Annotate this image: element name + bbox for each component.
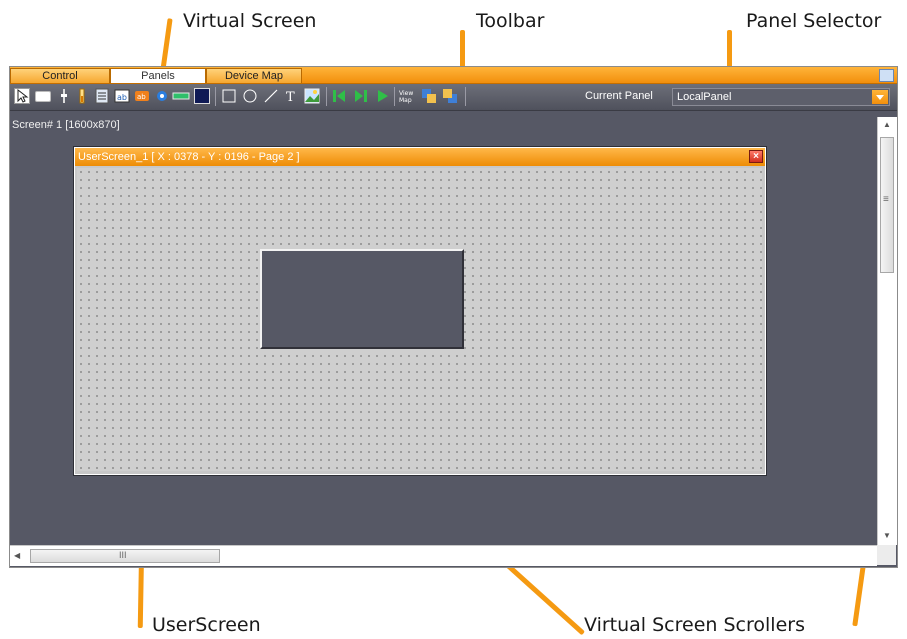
toolbar: ab ab T View Map Current Panel LocalPane… xyxy=(10,84,897,111)
send-back-icon[interactable] xyxy=(442,88,458,104)
pointer-icon[interactable] xyxy=(14,88,30,104)
text-icon[interactable]: T xyxy=(284,88,300,105)
close-icon[interactable]: × xyxy=(749,150,763,163)
knob-icon[interactable] xyxy=(154,88,170,104)
toolbar-separator xyxy=(394,87,395,106)
scroll-grip: III xyxy=(119,550,127,560)
panel-selector-value: LocalPanel xyxy=(677,91,732,103)
callout-virtual-screen-scrollers: Virtual Screen Scrollers xyxy=(584,614,805,636)
rectangle-icon[interactable] xyxy=(221,88,237,104)
play-icon[interactable] xyxy=(374,88,390,104)
horizontal-scrollbar[interactable]: ◀ III xyxy=(10,545,877,566)
first-page-icon[interactable] xyxy=(331,88,347,104)
line-icon[interactable] xyxy=(263,88,279,104)
text-button-icon[interactable]: ab xyxy=(134,88,150,104)
app-window: Control Panels Device Map ab ab T View M… xyxy=(9,66,898,568)
level-meter-icon[interactable] xyxy=(74,88,90,104)
led-icon[interactable] xyxy=(172,88,190,104)
userscreen-title-bar[interactable]: UserScreen_1 [ X : 0378 - Y : 0196 - Pag… xyxy=(75,148,765,166)
button-icon[interactable] xyxy=(35,91,51,102)
callout-panel-selector: Panel Selector xyxy=(746,10,882,32)
toolbar-separator xyxy=(326,87,327,106)
userscreen-title: UserScreen_1 [ X : 0378 - Y : 0196 - Pag… xyxy=(78,151,300,163)
svg-text:ab: ab xyxy=(117,93,127,102)
view-map-icon[interactable]: View Map xyxy=(399,88,415,104)
scroll-left-icon[interactable]: ◀ xyxy=(14,551,20,560)
panel-rectangle-element[interactable] xyxy=(260,249,464,349)
layout-toggle-icon[interactable] xyxy=(879,69,894,82)
tab-control[interactable]: Control xyxy=(10,68,110,83)
svg-text:View: View xyxy=(399,90,413,97)
svg-text:T: T xyxy=(286,90,295,104)
scrollbar-corner xyxy=(877,545,896,565)
horizontal-scroll-thumb[interactable]: III xyxy=(30,549,220,563)
dropdown-arrow-icon[interactable] xyxy=(872,90,888,104)
toolbar-separator xyxy=(465,87,466,106)
callout-userscreen: UserScreen xyxy=(152,614,261,636)
scroll-down-icon[interactable]: ▼ xyxy=(883,531,891,540)
image-button-icon[interactable]: ab xyxy=(114,88,130,104)
tab-bar: Control Panels Device Map xyxy=(10,67,897,84)
ellipse-icon[interactable] xyxy=(242,88,258,104)
slider-icon[interactable] xyxy=(56,88,72,104)
list-icon[interactable] xyxy=(94,88,110,104)
image-icon[interactable] xyxy=(304,88,320,104)
svg-text:ab: ab xyxy=(137,93,146,101)
svg-text:Map: Map xyxy=(399,97,412,104)
current-panel-label: Current Panel xyxy=(585,90,653,102)
bring-front-icon[interactable] xyxy=(421,88,437,104)
vertical-scrollbar[interactable]: ▲ ≡ ▼ xyxy=(877,117,897,545)
panel-selector-dropdown[interactable]: LocalPanel xyxy=(672,88,890,106)
tab-device-map[interactable]: Device Map xyxy=(206,68,302,83)
next-page-icon[interactable] xyxy=(353,88,369,104)
virtual-screen-caption: Screen# 1 [1600x870] xyxy=(12,119,120,131)
vertical-scroll-thumb[interactable]: ≡ xyxy=(880,137,894,273)
tab-panels[interactable]: Panels xyxy=(110,68,206,83)
callout-toolbar: Toolbar xyxy=(476,10,545,32)
userscreen-design-grid[interactable] xyxy=(77,168,762,471)
scroll-grip: ≡ xyxy=(883,194,889,205)
scroll-up-icon[interactable]: ▲ xyxy=(883,120,891,129)
callout-virtual-screen: Virtual Screen xyxy=(183,10,317,32)
toolbar-separator xyxy=(215,87,216,106)
panel-rect-icon[interactable] xyxy=(194,88,210,104)
userscreen-window[interactable]: UserScreen_1 [ X : 0378 - Y : 0196 - Pag… xyxy=(74,147,766,475)
